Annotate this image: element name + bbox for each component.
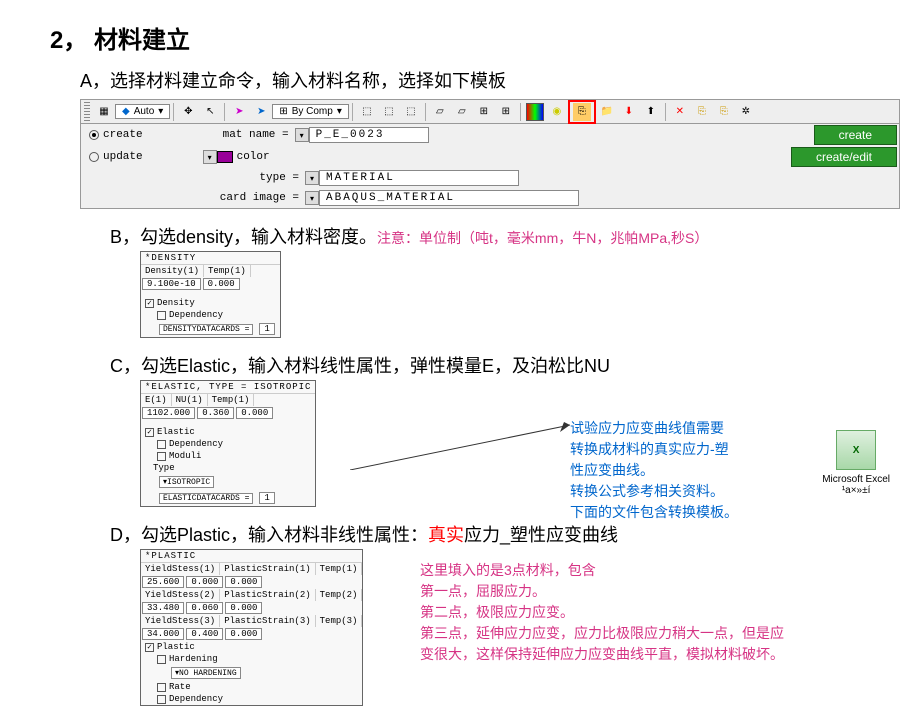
- e-val[interactable]: 1102.000: [142, 407, 195, 419]
- excel-icon: X: [836, 430, 876, 470]
- elastic-notes: 试验应力应变曲线值需要 转换成材料的真实应力-塑 性应变曲线。 转换公式参考相关…: [570, 418, 738, 523]
- wire1-icon[interactable]: ▱: [431, 103, 449, 121]
- yellow-icon[interactable]: ◉: [548, 103, 566, 121]
- arrow-annotation: [350, 420, 580, 470]
- etemp-val[interactable]: 0.000: [236, 407, 273, 419]
- step-b: B，勾选density，输入材料密度。注意：单位制（吨t，毫米mm，牛N，兆帕M…: [110, 223, 870, 249]
- density-header: *DENSITY: [141, 252, 280, 265]
- type-dd[interactable]: ▾: [305, 171, 319, 185]
- plastic-header: *PLASTIC: [141, 550, 362, 563]
- temp-val[interactable]: 0.000: [203, 278, 240, 290]
- up-icon[interactable]: ⬆: [642, 103, 660, 121]
- update-radio[interactable]: [89, 152, 99, 162]
- density-check[interactable]: ✓: [145, 299, 154, 308]
- wire4-icon[interactable]: ⊞: [497, 103, 515, 121]
- ptr-icon[interactable]: ✥: [179, 103, 197, 121]
- density-val[interactable]: 9.100e-10: [142, 278, 201, 290]
- density-panel: *DENSITY Density(1)Temp(1) 9.100e-100.00…: [140, 251, 281, 338]
- rate-check[interactable]: [157, 683, 166, 692]
- cube1-icon[interactable]: ⬚: [358, 103, 376, 121]
- card-dd[interactable]: ▾: [305, 191, 319, 205]
- hardening-dd[interactable]: ▾ NO HARDENING: [171, 667, 241, 679]
- highlighted-button[interactable]: ⎘: [568, 100, 596, 124]
- excel-label: Microsoft Excel: [822, 474, 890, 485]
- elastic-cards-dd[interactable]: ELASTICDATACARDS =: [159, 493, 253, 504]
- card-field[interactable]: ABAQUS_MATERIAL: [319, 190, 579, 206]
- wire2-icon[interactable]: ▱: [453, 103, 471, 121]
- step-a: A，选择材料建立命令，输入材料名称，选择如下模板: [80, 67, 870, 93]
- plastic-panel: *PLASTIC YieldStess(1)PlasticStrain(1)Te…: [140, 549, 363, 706]
- step-b-note: 注意：单位制（吨t，毫米mm，牛N，兆帕MPa,秒S）: [377, 230, 708, 246]
- elastic-check[interactable]: ✓: [145, 428, 154, 437]
- bycomp-dropdown[interactable]: ⊞By Comp▾: [272, 104, 349, 119]
- folder-icon[interactable]: 📁: [598, 103, 616, 121]
- plastic-check[interactable]: ✓: [145, 643, 154, 652]
- copy2-icon[interactable]: ⎘: [715, 103, 733, 121]
- color-swatch[interactable]: [217, 151, 233, 163]
- matname-label: mat name =: [203, 129, 293, 141]
- rgb-icon[interactable]: [526, 103, 544, 121]
- step-c: C，勾选Elastic，输入材料线性属性，弹性模量E，及泊松比NU: [110, 352, 870, 378]
- hardening-check[interactable]: [157, 655, 166, 664]
- elastic-type-dd[interactable]: ▾ ISOTROPIC: [159, 476, 214, 488]
- excel-file-icon[interactable]: X Microsoft Excel ¹a×»±í: [822, 430, 890, 496]
- arrow-icon[interactable]: ➤: [230, 103, 248, 121]
- plastic-notes: 这里填入的是3点材料，包含 第一点，屈服应力。 第二点，极限应力应变。 第三点，…: [420, 560, 784, 665]
- type-label: type =: [213, 172, 303, 184]
- copy1-icon[interactable]: ⎘: [693, 103, 711, 121]
- cube2-icon[interactable]: ⬚: [380, 103, 398, 121]
- excel-sublabel: ¹a×»±í: [822, 485, 890, 496]
- step-d: D，勾选Plastic，输入材料非线性属性：真实应力_塑性应变曲线: [110, 521, 870, 547]
- card-label: card image =: [213, 192, 303, 204]
- toolbar: ▦ ◆Auto▾ ✥ ↖ ➤ ➤ ⊞By Comp▾ ⬚ ⬚ ⬚ ▱ ▱ ⊞ ⊞…: [80, 99, 900, 209]
- color-label: color: [237, 151, 270, 163]
- create-button[interactable]: create: [814, 125, 897, 145]
- grip[interactable]: [84, 102, 90, 122]
- create-radio-label: create: [103, 129, 143, 141]
- matname-field[interactable]: P_E_0023: [309, 127, 429, 143]
- createedit-button[interactable]: create/edit: [791, 147, 897, 167]
- arrow2-icon[interactable]: ➤: [252, 103, 270, 121]
- page-title: 2， 材料建立: [50, 20, 870, 55]
- elastic-header: *ELASTIC, TYPE = ISOTROPIC: [141, 381, 315, 394]
- red-down-icon[interactable]: ⬇: [620, 103, 638, 121]
- elastic-dep-check[interactable]: [157, 440, 166, 449]
- elastic-panel: *ELASTIC, TYPE = ISOTROPIC E(1)NU(1)Temp…: [140, 380, 316, 507]
- create-radio[interactable]: [89, 130, 99, 140]
- wire3-icon[interactable]: ⊞: [475, 103, 493, 121]
- cursor-icon[interactable]: ↖: [201, 103, 219, 121]
- density-dep-check[interactable]: [157, 311, 166, 320]
- cube3-icon[interactable]: ⬚: [402, 103, 420, 121]
- close-icon[interactable]: ✕: [671, 103, 689, 121]
- update-radio-label: update: [103, 151, 143, 163]
- gear-icon[interactable]: ✲: [737, 103, 755, 121]
- mesh-icon[interactable]: ▦: [95, 103, 113, 121]
- density-cards-dd[interactable]: DENSITYDATACARDS =: [159, 324, 253, 335]
- matname-dd[interactable]: ▾: [295, 128, 309, 142]
- type-field[interactable]: MATERIAL: [319, 170, 519, 186]
- nu-val[interactable]: 0.360: [197, 407, 234, 419]
- auto-dropdown[interactable]: ◆Auto▾: [115, 104, 170, 119]
- plastic-dep-check[interactable]: [157, 695, 166, 704]
- color-dd[interactable]: ▾: [203, 150, 217, 164]
- moduli-check[interactable]: [157, 452, 166, 461]
